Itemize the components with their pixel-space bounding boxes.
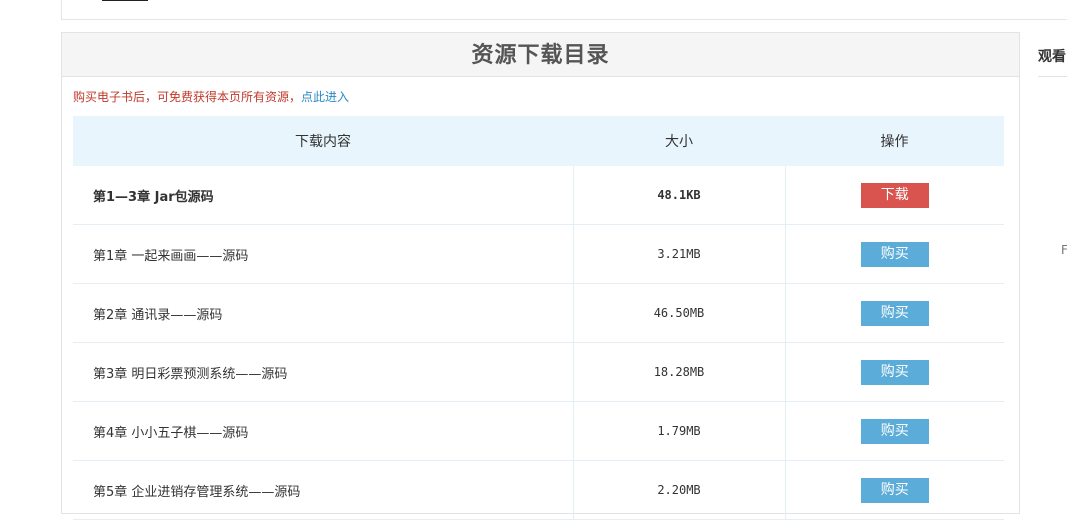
buy-button[interactable]: 购买 — [860, 418, 929, 444]
download-button[interactable]: 下载 — [860, 182, 929, 208]
buy-button[interactable]: 购买 — [860, 359, 929, 385]
sidebar-underline — [1038, 76, 1067, 77]
row-name: 第4章 小小五子棋——源码 — [73, 401, 573, 461]
buy-button[interactable]: 购买 — [860, 300, 929, 326]
table-row: 第1章 一起来画画——源码 3.21MB 购买 — [73, 224, 1004, 284]
top-panel — [61, 0, 1067, 20]
purchase-notice: 购买电子书后，可免费获得本页所有资源，点此进入 — [73, 88, 349, 105]
table-row: 第2章 通讯录——源码 46.50MB 购买 — [73, 283, 1004, 343]
buy-button[interactable]: 购买 — [860, 241, 929, 267]
table-row: 第3章 明日彩票预测系统——源码 18.28MB 购买 — [73, 342, 1004, 402]
table-row: 第5章 企业进销存管理系统——源码 2.20MB 购买 — [73, 460, 1004, 520]
header-content: 下载内容 — [73, 116, 573, 166]
row-name: 第3章 明日彩票预测系统——源码 — [73, 342, 573, 402]
row-size: 46.50MB — [572, 283, 785, 343]
resource-download-panel: 资源下载目录 购买电子书后，可免费获得本页所有资源，点此进入 下载内容 大小 操… — [61, 32, 1020, 520]
row-name: 第2章 通讯录——源码 — [73, 283, 573, 343]
table-row: 第4章 小小五子棋——源码 1.79MB 购买 — [73, 401, 1004, 461]
row-size: 18.28MB — [572, 342, 785, 402]
row-size: 48.1KB — [572, 166, 785, 225]
row-name: 第5章 企业进销存管理系统——源码 — [73, 460, 573, 520]
notice-text: 购买电子书后，可免费获得本页所有资源， — [73, 90, 302, 104]
table-row: 第1—3章 Jar包源码 48.1KB 下载 — [73, 166, 1004, 225]
row-name: 第1章 一起来画画——源码 — [73, 224, 573, 284]
buy-button[interactable]: 购买 — [860, 477, 929, 503]
row-name: 第1—3章 Jar包源码 — [73, 166, 573, 225]
table-header-row: 下载内容 大小 操作 — [73, 116, 1004, 166]
sidebar-divider — [1019, 32, 1020, 512]
section-title: 资源下载目录 — [62, 33, 1019, 77]
download-table: 下载内容 大小 操作 第1—3章 Jar包源码 48.1KB 下载 第1章 一起… — [73, 116, 1004, 520]
sidebar-text-fragment: F — [1061, 243, 1067, 257]
row-size: 1.79MB — [572, 401, 785, 461]
header-size: 大小 — [573, 116, 785, 166]
row-size: 3.21MB — [572, 224, 785, 284]
row-size: 2.20MB — [572, 460, 785, 520]
header-action: 操作 — [785, 116, 1004, 166]
book-image-edge — [102, 0, 148, 1]
sidebar-title: 观看 — [1038, 49, 1066, 65]
enter-link[interactable]: 点此进入 — [301, 90, 349, 104]
